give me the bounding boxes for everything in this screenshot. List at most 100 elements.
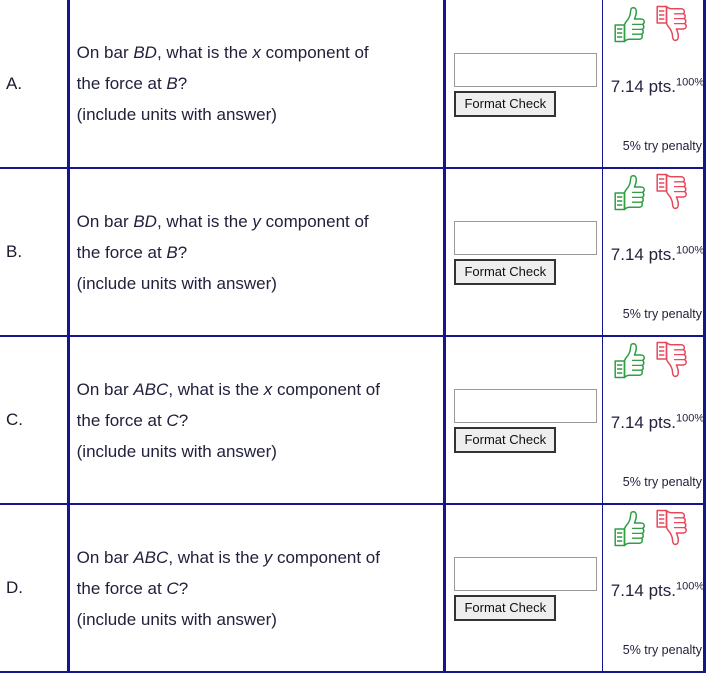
row-label-cell: B.	[0, 168, 70, 337]
answer-wrapper: Format Check	[454, 387, 601, 453]
question-text-part: component of	[260, 211, 369, 231]
thumbs-down-icon[interactable]	[654, 339, 688, 381]
question-table: A. On bar BD, what is the x component of t…	[0, 0, 706, 673]
points-value: 7.14 pts.	[610, 245, 676, 264]
score-cell: 7.14 pts.100% 5% try penalty	[602, 168, 706, 337]
question-text-part: ?	[178, 410, 189, 430]
score-inner: 7.14 pts.100% 5% try penalty	[610, 169, 706, 335]
question-text-part: C	[166, 410, 179, 430]
thumbs-down-icon[interactable]	[654, 3, 688, 45]
row-label-cell: A.	[0, 0, 70, 169]
answer-input[interactable]	[454, 221, 598, 255]
question-text-part: ?	[177, 74, 188, 93]
question-text-part: , what is the	[168, 547, 264, 567]
points-value: 7.14 pts.	[610, 76, 676, 96]
question-cell: On bar BD, what is the y component of the…	[68, 168, 447, 337]
try-penalty-note: 5% try penalty	[622, 138, 702, 153]
row-label-cell: C.	[0, 336, 70, 505]
question-text-part: y	[252, 211, 261, 231]
table-row: A. On bar BD, what is the x component of t…	[0, 0, 706, 169]
question-text-part: x	[252, 43, 261, 62]
question-line-2: the force at C?	[77, 405, 438, 436]
question-line-1: On bar BD, what is the x component of	[77, 37, 438, 68]
question-table-body: A. On bar BD, what is the x component of t…	[0, 0, 706, 673]
row-label: A.	[6, 73, 23, 93]
answer-cell: Format Check	[444, 168, 603, 337]
question-cell: On bar ABC, what is the x component of th…	[68, 336, 447, 505]
question-text-part: component of	[272, 547, 380, 567]
points-value: 7.14 pts.	[610, 413, 676, 432]
format-check-button[interactable]: Format Check	[454, 595, 557, 621]
thumbs-up-icon[interactable]	[612, 171, 646, 213]
question-text-part: the force at	[76, 242, 167, 262]
question-units-note: (include units with answer)	[76, 609, 277, 629]
try-penalty-note: 5% try penalty	[622, 307, 702, 321]
question-text-part: On bar	[76, 43, 134, 62]
question-text-part: C	[166, 578, 179, 598]
question-text-part: On bar	[76, 379, 134, 399]
question-text-part: BD	[133, 211, 157, 231]
answer-cell: Format Check	[444, 0, 603, 169]
points-value: 7.14 pts.	[610, 581, 676, 600]
question-line-1: On bar ABC, what is the y component of	[77, 542, 438, 573]
thumbs-up-icon[interactable]	[612, 507, 646, 549]
row-label: C.	[6, 410, 23, 429]
question-text-part: y	[263, 547, 273, 567]
points-line: 7.14 pts.100%	[611, 581, 704, 601]
question-text-part: On bar	[76, 211, 134, 231]
points-line: 7.14 pts.100%	[611, 245, 704, 265]
question-text-part: B	[166, 74, 178, 93]
answer-input[interactable]	[454, 389, 598, 423]
score-cell: 7.14 pts.100% 5% try penalty	[602, 0, 706, 169]
question-units-note: (include units with answer)	[76, 441, 277, 461]
question-text-part: the force at	[76, 578, 167, 598]
score-cell: 7.14 pts.100% 5% try penalty	[602, 504, 706, 673]
question-text-part: ?	[177, 242, 188, 262]
answer-cell: Format Check	[444, 504, 603, 673]
row-label-cell: D.	[0, 504, 70, 673]
answer-input[interactable]	[454, 52, 598, 87]
answer-input[interactable]	[454, 557, 598, 591]
format-check-button[interactable]: Format Check	[454, 90, 557, 117]
points-percent: 100%	[675, 75, 705, 88]
question-text-part: component of	[272, 379, 380, 399]
answer-wrapper: Format Check	[454, 51, 601, 117]
table-row: B. On bar BD, what is the y component of t…	[0, 168, 706, 337]
score-inner: 7.14 pts.100% 5% try penalty	[610, 1, 705, 167]
question-text-part: B	[166, 242, 178, 262]
row-label: B.	[6, 242, 23, 261]
table-row: D. On bar ABC, what is the y component of…	[0, 504, 706, 673]
points-percent: 100%	[675, 412, 705, 425]
thumbs-up-icon[interactable]	[612, 3, 646, 45]
question-units-note: (include units with answer)	[76, 273, 277, 293]
thumbs-down-icon[interactable]	[654, 507, 688, 549]
answer-wrapper: Format Check	[454, 219, 601, 285]
feedback-thumbs	[610, 171, 706, 215]
feedback-thumbs	[610, 339, 706, 383]
question-line-1: On bar BD, what is the y component of	[77, 206, 438, 237]
format-check-button[interactable]: Format Check	[454, 427, 557, 453]
points-line: 7.14 pts.100%	[611, 413, 704, 433]
answer-wrapper: Format Check	[454, 555, 601, 621]
try-penalty-note: 5% try penalty	[622, 643, 702, 657]
question-text-part: the force at	[76, 410, 167, 430]
question-text-part: the force at	[76, 74, 167, 93]
question-text-part: x	[263, 379, 273, 399]
question-text-part: On bar	[76, 547, 134, 567]
thumbs-up-icon[interactable]	[612, 339, 646, 381]
question-text-part: BD	[133, 43, 157, 62]
thumbs-down-icon[interactable]	[654, 171, 688, 213]
question-text-part: ABC	[133, 379, 169, 399]
score-cell: 7.14 pts.100% 5% try penalty	[602, 336, 706, 505]
question-text-part: , what is the	[156, 211, 253, 231]
question-line-2: the force at B?	[77, 68, 438, 99]
score-inner: 7.14 pts.100% 5% try penalty	[610, 505, 706, 671]
points-percent: 100%	[675, 580, 705, 593]
try-penalty-note: 5% try penalty	[622, 475, 702, 489]
question-line-2: the force at C?	[77, 573, 438, 604]
question-text-part: component of	[260, 43, 369, 62]
question-text-part: ?	[178, 578, 189, 598]
feedback-thumbs	[610, 507, 706, 551]
question-cell: On bar ABC, what is the y component of th…	[68, 504, 447, 673]
format-check-button[interactable]: Format Check	[454, 259, 557, 285]
